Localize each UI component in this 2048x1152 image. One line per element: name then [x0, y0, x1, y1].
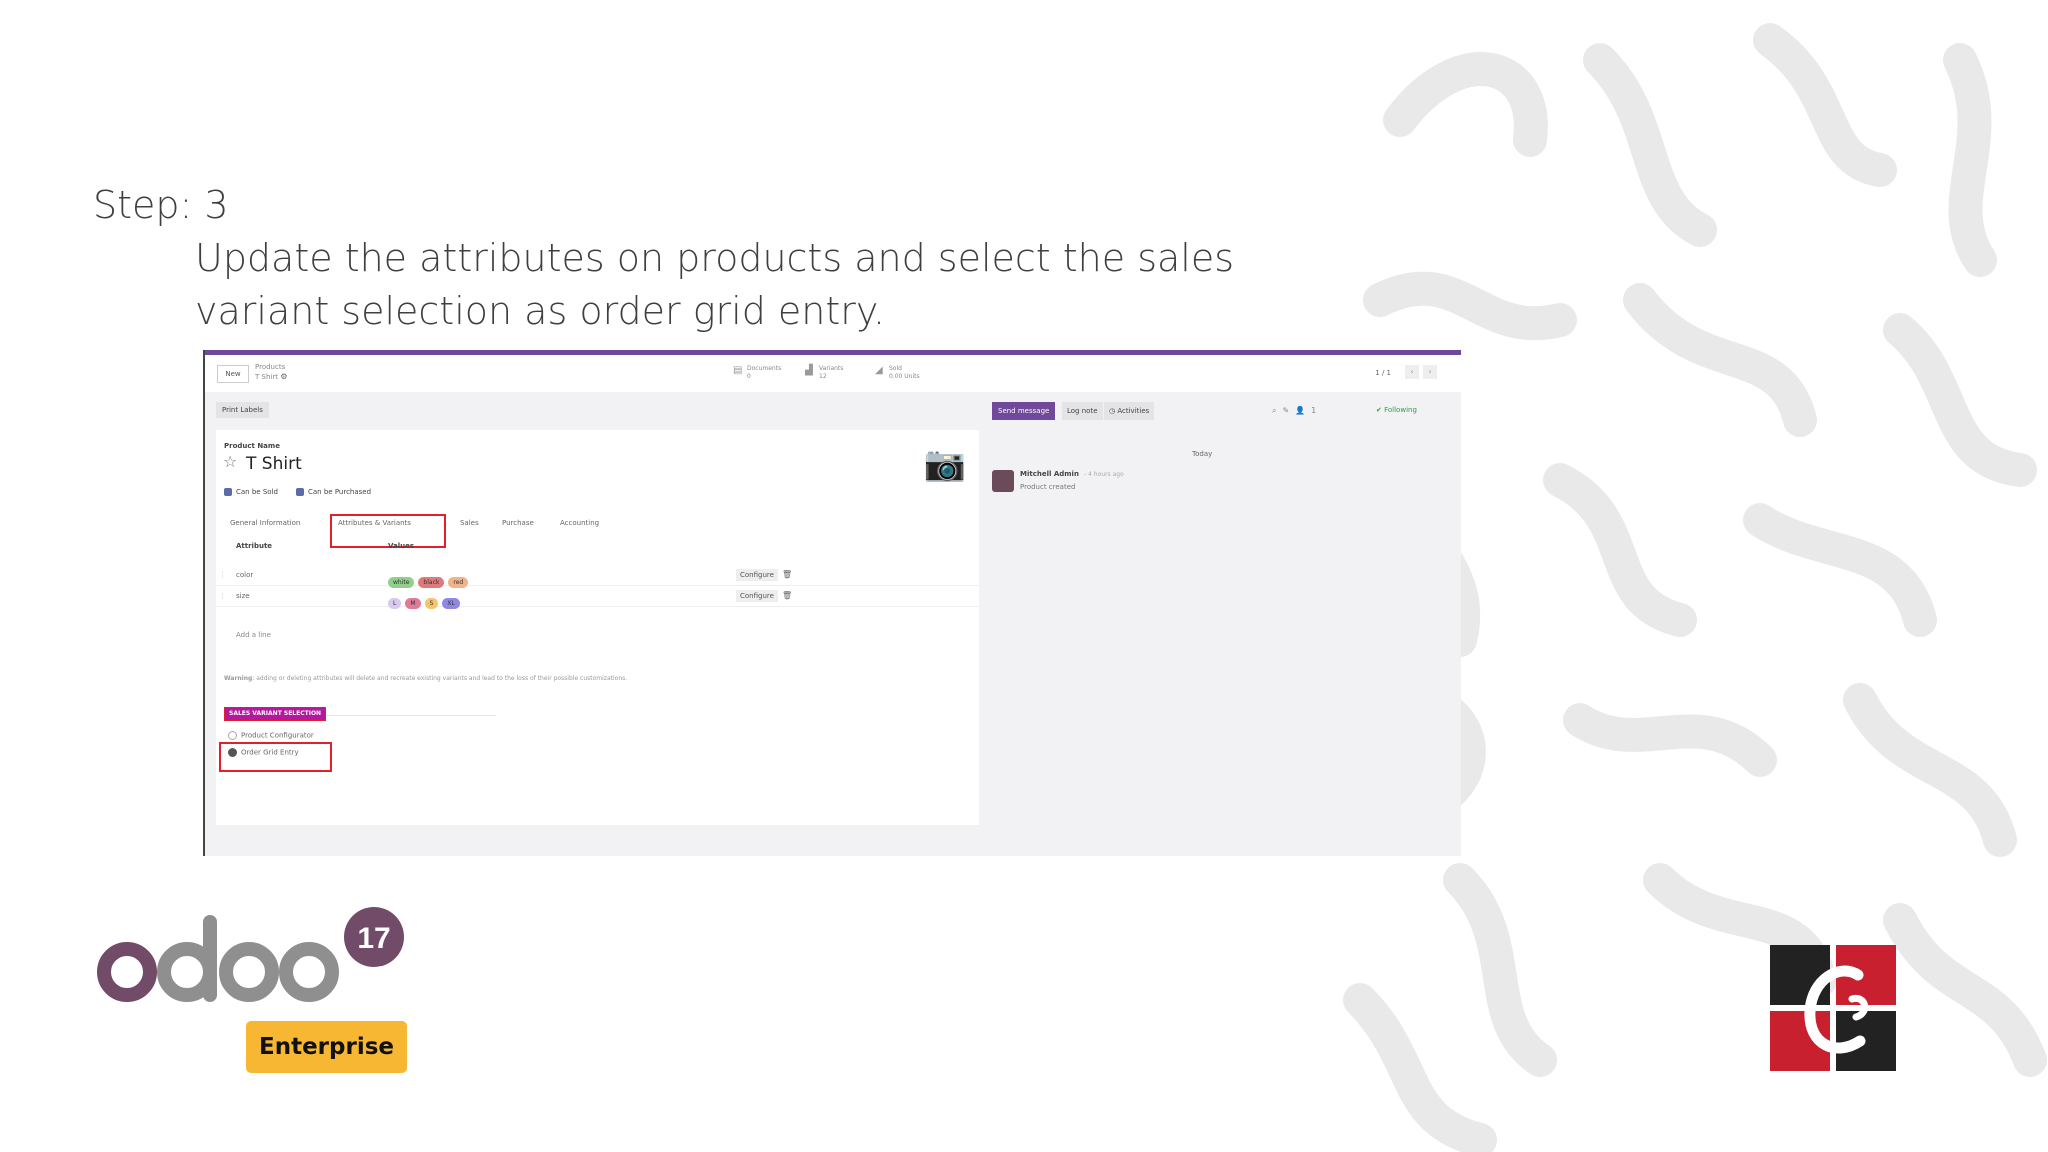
attribute-name: size	[236, 592, 250, 600]
can-be-sold-checkbox[interactable]: Can be Sold	[224, 488, 278, 496]
tab-purchase[interactable]: Purchase	[502, 519, 534, 527]
drag-handle-icon[interactable]: ⋮	[219, 592, 226, 600]
warning-body: adding or deleting attributes will delet…	[256, 675, 628, 682]
avatar	[992, 470, 1014, 492]
configure-button[interactable]: Configure	[736, 569, 778, 581]
pager-next-icon[interactable]: ›	[1423, 365, 1437, 379]
activities-label: Activities	[1117, 407, 1150, 415]
configure-button[interactable]: Configure	[736, 590, 778, 602]
form-sheet: Product Name ☆ T Shirt 📷 Can be Sold Can…	[216, 430, 979, 825]
column-header-attribute: Attribute	[236, 542, 273, 550]
document-icon: ▤	[733, 365, 743, 376]
breadcrumb-current: T Shirt	[255, 373, 278, 381]
checkbox-label: Can be Purchased	[308, 488, 372, 496]
tab-general-information[interactable]: General Information	[230, 519, 300, 527]
checkbox-checked-icon	[224, 488, 232, 496]
following-label: Following	[1384, 406, 1417, 414]
breadcrumb-parent[interactable]: Products	[255, 363, 287, 372]
stat-label: Documents	[747, 365, 782, 372]
log-note-button[interactable]: Log note	[1062, 402, 1103, 420]
stat-documents[interactable]: ▤ Documents 0	[733, 365, 781, 381]
value-tag[interactable]: L	[388, 598, 402, 609]
breadcrumb: Products T Shirt ⚙	[255, 363, 287, 382]
message-body: Product created	[1020, 483, 1076, 491]
stat-value: 12	[819, 373, 827, 380]
step-label: Step: 3	[93, 183, 229, 227]
control-panel: New Products T Shirt ⚙ ▤ Documents 0 ▟ V…	[205, 355, 1461, 393]
values-tags: L M S XL	[388, 590, 464, 609]
table-row[interactable]: ⋮ color white black red Configure 🗑	[216, 565, 979, 588]
radio-unselected-icon	[228, 731, 237, 740]
value-tag[interactable]: XL	[442, 598, 460, 609]
table-row[interactable]: ⋮ size L M S XL Configure 🗑	[216, 586, 979, 609]
chatter-panel: Send message Log note ◷ Activities ⌕✎👤1 …	[980, 392, 1461, 856]
camera-icon[interactable]: 📷	[919, 438, 971, 490]
value-tag[interactable]: M	[405, 598, 421, 609]
step-description: Update the attributes on products and se…	[195, 236, 1235, 333]
brand-logo-icon	[1770, 945, 1896, 1071]
follower-count: 1	[1311, 406, 1323, 415]
activities-button[interactable]: ◷ Activities	[1104, 402, 1155, 420]
column-header-values: Values	[388, 542, 415, 550]
chatter-icons: ⌕✎👤1	[1272, 406, 1322, 416]
drag-handle-icon[interactable]: ⋮	[219, 571, 226, 579]
new-button[interactable]: New	[217, 365, 249, 383]
radio-product-configurator[interactable]: Product Configurator	[228, 731, 314, 740]
pager-previous-icon[interactable]: ‹	[1405, 365, 1419, 379]
stat-label: Variants	[819, 365, 844, 372]
form-view: Print Labels Product Name ☆ T Shirt 📷 Ca…	[205, 392, 980, 856]
tab-sales[interactable]: Sales	[460, 519, 479, 527]
star-icon[interactable]: ☆	[223, 452, 237, 471]
message-author[interactable]: Mitchell Admin	[1020, 470, 1079, 478]
sales-variant-selection-title: SALES VARIANT SELECTION	[224, 707, 327, 721]
trend-icon: ◢	[875, 365, 883, 376]
followers-icon[interactable]: 👤	[1295, 406, 1311, 415]
warning-title: Warning	[224, 675, 253, 682]
print-labels-button[interactable]: Print Labels	[216, 402, 269, 418]
check-icon: ✔	[1376, 406, 1382, 414]
tab-accounting[interactable]: Accounting	[560, 519, 599, 527]
trash-icon[interactable]: 🗑	[782, 570, 792, 579]
trash-icon[interactable]: 🗑	[782, 591, 792, 600]
send-message-button[interactable]: Send message	[992, 402, 1056, 420]
odoo-screenshot: New Products T Shirt ⚙ ▤ Documents 0 ▟ V…	[203, 350, 1461, 856]
message-time: - 4 hours ago	[1084, 471, 1124, 478]
paperclip-icon[interactable]: ✎	[1282, 406, 1295, 415]
odoo-version-badge: 17	[357, 922, 390, 955]
bar-chart-icon: ▟	[805, 365, 813, 376]
highlight-option-box	[219, 742, 332, 772]
attribute-name: color	[236, 571, 254, 579]
stat-sold[interactable]: ◢ Sold 0.00 Units	[875, 365, 920, 381]
date-separator: Today	[1192, 450, 1213, 458]
pager: 1 / 1	[1375, 369, 1391, 377]
stat-value: 0.00 Units	[889, 373, 920, 380]
add-line-link[interactable]: Add a line	[236, 631, 271, 639]
checkbox-label: Can be Sold	[236, 488, 278, 496]
stat-value: 0	[747, 373, 751, 380]
following-button[interactable]: ✔ Following	[1376, 406, 1417, 414]
stat-label: Sold	[889, 365, 902, 372]
can-be-purchased-checkbox[interactable]: Can be Purchased	[296, 488, 371, 496]
separator	[326, 715, 496, 716]
gear-icon[interactable]: ⚙	[280, 372, 287, 381]
clock-icon: ◷	[1109, 407, 1116, 415]
search-icon[interactable]: ⌕	[1272, 406, 1282, 415]
warning-text: Warning: adding or deleting attributes w…	[224, 675, 628, 682]
product-name-field[interactable]: T Shirt	[246, 454, 302, 474]
radio-label: Product Configurator	[241, 731, 314, 740]
checkbox-checked-icon	[296, 488, 304, 496]
product-name-label: Product Name	[224, 442, 280, 450]
stat-variants[interactable]: ▟ Variants 12	[805, 365, 843, 381]
enterprise-badge: Enterprise	[246, 1021, 407, 1073]
value-tag[interactable]: S	[424, 598, 439, 609]
